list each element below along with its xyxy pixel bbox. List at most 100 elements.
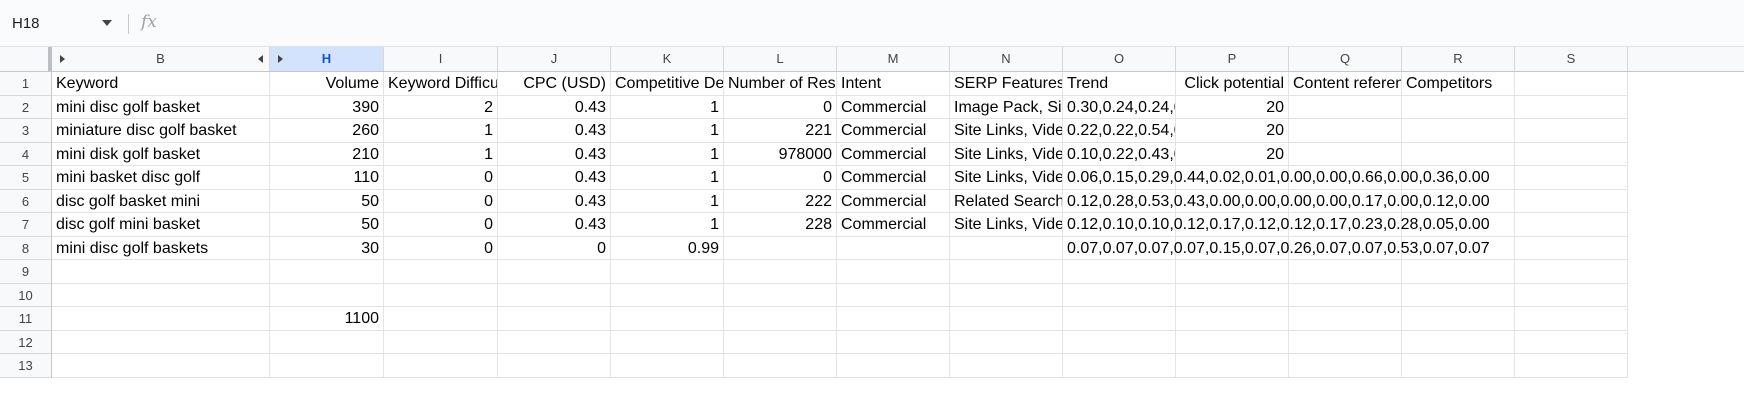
cell-j7[interactable]: 0.43 — [498, 213, 611, 237]
cell-o2[interactable]: 0.30,0.24,0.24,0 — [1063, 96, 1176, 119]
cell-h7[interactable]: 50 — [270, 213, 384, 237]
cell-j13[interactable] — [498, 354, 611, 378]
cell-h13[interactable] — [270, 354, 384, 378]
cell-o8[interactable]: 0.07,0.07,0.07,0.07,0.15,0.07,0.26,0.07,… — [1063, 237, 1490, 260]
cell-h3[interactable]: 260 — [270, 119, 384, 143]
cell-o5[interactable]: 0.06,0.15,0.29,0.44,0.02,0.01,0.00,0.00,… — [1063, 166, 1490, 190]
cell-n8[interactable] — [950, 237, 1063, 260]
cell-b4[interactable]: mini disk golf basket — [52, 143, 270, 166]
cell-n4[interactable]: Site Links, Video — [950, 143, 1063, 166]
cell-m5[interactable]: Commercial — [837, 166, 950, 190]
cell-p10[interactable] — [1176, 284, 1289, 307]
cell-i11[interactable] — [384, 307, 498, 331]
cell-q4[interactable] — [1289, 143, 1402, 166]
cell-l2[interactable]: 0 — [724, 96, 837, 119]
cell-o1[interactable]: Trend — [1063, 72, 1176, 96]
cell-b13[interactable] — [52, 354, 270, 378]
column-header-m[interactable]: M — [837, 47, 950, 71]
cell-i6[interactable]: 0 — [384, 190, 498, 213]
cell-q13[interactable] — [1289, 354, 1402, 378]
cell-s13[interactable] — [1515, 354, 1628, 378]
cell-k8[interactable]: 0.99 — [611, 237, 724, 260]
cell-o10[interactable] — [1063, 284, 1176, 307]
cell-n11[interactable] — [950, 307, 1063, 331]
cell-m6[interactable]: Commercial — [837, 190, 950, 213]
cell-q3[interactable] — [1289, 119, 1402, 143]
cell-p3[interactable]: 20 — [1176, 119, 1289, 143]
cell-k5[interactable]: 1 — [611, 166, 724, 190]
cell-l11[interactable] — [724, 307, 837, 331]
cell-m1[interactable]: Intent — [837, 72, 950, 96]
cell-k9[interactable] — [611, 260, 724, 284]
row-header-6[interactable]: 6 — [0, 190, 52, 213]
cell-h10[interactable] — [270, 284, 384, 307]
cell-r3[interactable] — [1402, 119, 1515, 143]
column-header-q[interactable]: Q — [1289, 47, 1402, 71]
cell-m10[interactable] — [837, 284, 950, 307]
cell-p13[interactable] — [1176, 354, 1289, 378]
cell-r4[interactable] — [1402, 143, 1515, 166]
cell-l6[interactable]: 222 — [724, 190, 837, 213]
cell-i9[interactable] — [384, 260, 498, 284]
cell-s9[interactable] — [1515, 260, 1628, 284]
cell-k6[interactable]: 1 — [611, 190, 724, 213]
cell-m12[interactable] — [837, 331, 950, 354]
cell-s3[interactable] — [1515, 119, 1628, 143]
cell-i13[interactable] — [384, 354, 498, 378]
cell-k11[interactable] — [611, 307, 724, 331]
cell-r12[interactable] — [1402, 331, 1515, 354]
cell-h2[interactable]: 390 — [270, 96, 384, 119]
cell-j12[interactable] — [498, 331, 611, 354]
cell-s6[interactable] — [1515, 190, 1628, 213]
cell-j6[interactable]: 0.43 — [498, 190, 611, 213]
row-header-10[interactable]: 10 — [0, 284, 52, 307]
cell-q10[interactable] — [1289, 284, 1402, 307]
cell-k2[interactable]: 1 — [611, 96, 724, 119]
cell-l1[interactable]: Number of Results — [724, 72, 837, 96]
cell-s2[interactable] — [1515, 96, 1628, 119]
cell-h4[interactable]: 210 — [270, 143, 384, 166]
cell-h8[interactable]: 30 — [270, 237, 384, 260]
cell-j4[interactable]: 0.43 — [498, 143, 611, 166]
cell-p4[interactable]: 20 — [1176, 143, 1289, 166]
cell-b9[interactable] — [52, 260, 270, 284]
name-box[interactable]: H18 — [0, 0, 120, 47]
cell-j2[interactable]: 0.43 — [498, 96, 611, 119]
cell-r1[interactable]: Competitors — [1402, 72, 1515, 96]
cell-n9[interactable] — [950, 260, 1063, 284]
formula-input[interactable] — [172, 10, 1732, 36]
cell-i4[interactable]: 1 — [384, 143, 498, 166]
cell-p12[interactable] — [1176, 331, 1289, 354]
expand-group-icon[interactable] — [60, 55, 65, 63]
row-header-7[interactable]: 7 — [0, 213, 52, 237]
cell-l8[interactable] — [724, 237, 837, 260]
cell-b10[interactable] — [52, 284, 270, 307]
cell-l10[interactable] — [724, 284, 837, 307]
cell-l9[interactable] — [724, 260, 837, 284]
cell-o7[interactable]: 0.12,0.10,0.10,0.12,0.17,0.12,0.12,0.17,… — [1063, 213, 1490, 237]
column-header-b[interactable]: B — [52, 47, 270, 71]
cell-b8[interactable]: mini disc golf baskets — [52, 237, 270, 260]
cell-k13[interactable] — [611, 354, 724, 378]
cell-l13[interactable] — [724, 354, 837, 378]
cell-b5[interactable]: mini basket disc golf — [52, 166, 270, 190]
cell-i12[interactable] — [384, 331, 498, 354]
cell-h6[interactable]: 50 — [270, 190, 384, 213]
row-header-1[interactable]: 1 — [0, 72, 52, 96]
cell-s10[interactable] — [1515, 284, 1628, 307]
cell-j9[interactable] — [498, 260, 611, 284]
column-header-l[interactable]: L — [724, 47, 837, 71]
cell-n6[interactable]: Related Searches — [950, 190, 1063, 213]
collapse-group-icon[interactable] — [258, 55, 263, 63]
chevron-down-icon[interactable] — [102, 20, 112, 26]
cell-m7[interactable]: Commercial — [837, 213, 950, 237]
cell-n7[interactable]: Site Links, Video — [950, 213, 1063, 237]
cell-s5[interactable] — [1515, 166, 1628, 190]
cell-r13[interactable] — [1402, 354, 1515, 378]
cell-q12[interactable] — [1289, 331, 1402, 354]
cell-k12[interactable] — [611, 331, 724, 354]
cell-l3[interactable]: 221 — [724, 119, 837, 143]
cell-l5[interactable]: 0 — [724, 166, 837, 190]
cell-h12[interactable] — [270, 331, 384, 354]
cell-m9[interactable] — [837, 260, 950, 284]
